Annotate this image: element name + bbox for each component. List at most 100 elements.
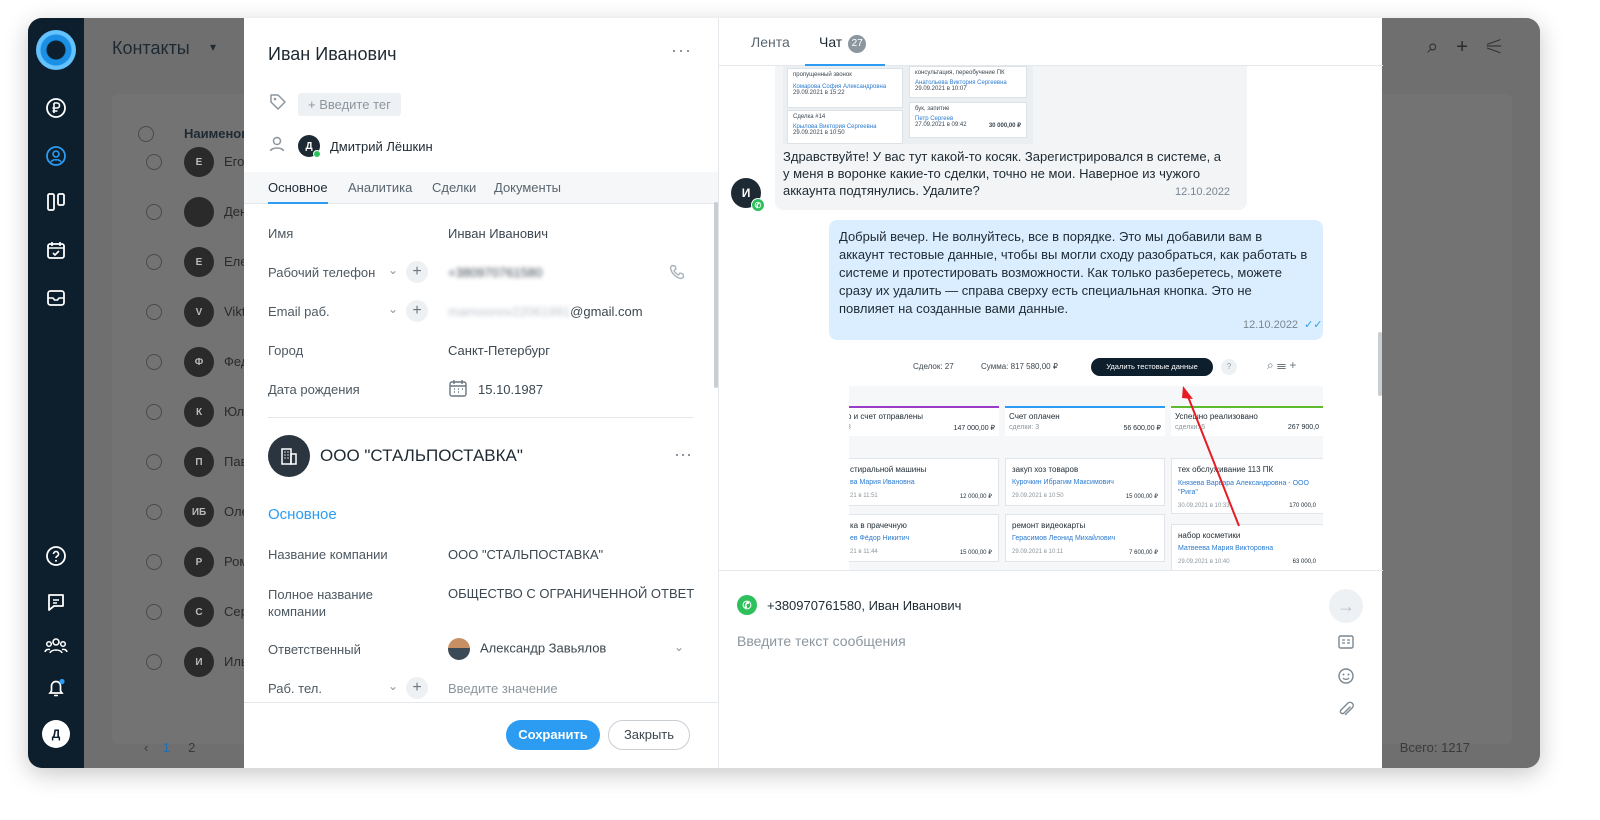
- user-avatar[interactable]: Д: [42, 720, 70, 748]
- row-checkbox[interactable]: [146, 354, 162, 370]
- row-checkbox[interactable]: [146, 554, 162, 570]
- field-name: Имя Инван Иванович: [268, 222, 698, 246]
- close-button[interactable]: Закрыть: [608, 720, 690, 750]
- emoji-icon[interactable]: [1335, 667, 1357, 689]
- contact-name: Иван Иванович: [268, 44, 397, 64]
- more-options-icon[interactable]: ···: [674, 444, 692, 465]
- field-label: Полное название компании: [268, 587, 374, 619]
- template-icon[interactable]: [1335, 633, 1357, 655]
- add-email-button[interactable]: +: [406, 300, 428, 322]
- chevron-down-icon[interactable]: ⌄: [674, 640, 684, 654]
- message-time: 12.10.2022: [1175, 186, 1231, 198]
- owner-row: Д Дмитрий Лёшкин: [268, 134, 433, 158]
- row-checkbox[interactable]: [146, 654, 162, 670]
- attached-screenshot-kanban[interactable]: Сделок: 27 Сумма: 817 580,00 ₽ Удалить т…: [849, 350, 1323, 570]
- field-label: Имя: [268, 226, 294, 241]
- team-icon[interactable]: [42, 632, 70, 660]
- contact-avatar: Е: [184, 147, 214, 177]
- tab-feed[interactable]: Лента: [751, 34, 790, 50]
- full-name-value[interactable]: ОБЩЕСТВО С ОГРАНИЧЕННОЙ ОТВЕТ: [448, 586, 694, 601]
- owner-avatar[interactable]: Д: [298, 135, 321, 158]
- person-icon: [268, 135, 286, 158]
- row-checkbox[interactable]: [146, 604, 162, 620]
- contact-avatar: К: [184, 397, 214, 427]
- mail-icon[interactable]: [42, 284, 70, 312]
- add-tag-button[interactable]: + Введите тег: [298, 92, 401, 116]
- app-logo[interactable]: [36, 30, 76, 70]
- contact-name-cell[interactable]: Его: [224, 154, 244, 169]
- notifications-icon[interactable]: [42, 674, 70, 702]
- chevron-down-icon[interactable]: ⌄: [388, 302, 398, 316]
- page-next[interactable]: 2: [188, 740, 195, 755]
- tab-main[interactable]: Основное: [268, 180, 328, 204]
- tab-deals[interactable]: Сделки: [432, 180, 476, 195]
- chevron-down-icon[interactable]: ▾: [210, 40, 216, 54]
- contact-footer: Сохранить Закрыть: [244, 702, 718, 768]
- email-value[interactable]: mamoonov22061991@gmail.com: [448, 304, 643, 319]
- tab-chat[interactable]: Чат 27: [819, 34, 867, 53]
- contact-avatar: V: [184, 297, 214, 327]
- recipient-line[interactable]: ✆ +380970761580, Иван Иванович: [737, 595, 961, 615]
- responsible-value[interactable]: Александр Завьялов: [448, 638, 606, 660]
- toolbar-icons: ⌕+⚟: [1427, 36, 1520, 58]
- row-checkbox[interactable]: [146, 404, 162, 420]
- field-email: Email раб. ⌄ + mamoonov22061991@gmail.co…: [268, 300, 698, 324]
- send-button[interactable]: →: [1329, 589, 1363, 623]
- chat-icon[interactable]: [42, 588, 70, 616]
- attached-screenshot[interactable]: пропущенный звонок Комарова София Алекса…: [783, 66, 1033, 144]
- message-input[interactable]: Введите текст сообщения: [737, 633, 906, 649]
- row-checkbox[interactable]: [146, 504, 162, 520]
- contact-name-cell[interactable]: Vikt: [224, 304, 245, 319]
- kanban-icon[interactable]: [42, 188, 70, 216]
- tab-analytics[interactable]: Аналитика: [348, 180, 412, 195]
- chevron-down-icon[interactable]: ⌄: [388, 679, 398, 693]
- chat-scrollbar[interactable]: [1378, 332, 1382, 396]
- work-phone-input[interactable]: Введите значение: [448, 681, 558, 696]
- call-icon[interactable]: [668, 263, 686, 284]
- contact-avatar: Е: [184, 247, 214, 277]
- calendar-icon[interactable]: [42, 236, 70, 264]
- add-phone-button[interactable]: +: [406, 261, 428, 283]
- company-section-main[interactable]: Основное: [268, 506, 337, 523]
- save-button[interactable]: Сохранить: [506, 720, 600, 750]
- field-label: Название компании: [268, 547, 388, 562]
- chat-messages: пропущенный звонок Комарова София Алекса…: [719, 66, 1383, 570]
- birthday-value[interactable]: 15.10.1987: [478, 382, 543, 397]
- page-current[interactable]: 1: [163, 740, 170, 755]
- more-options-icon[interactable]: ···: [671, 40, 692, 61]
- company-name-value[interactable]: ООО "СТАЛЬПОСТАВКА": [448, 547, 603, 562]
- field-work-phone: Раб. тел. ⌄ + Введите значение: [268, 677, 698, 701]
- phone-value[interactable]: +380970761580: [448, 265, 542, 280]
- field-label: Рабочий телефон: [268, 265, 376, 280]
- chat-panel: Лента Чат 27 пропущенный звонок Комарова …: [718, 18, 1383, 768]
- tag-row: + Введите тег: [268, 92, 401, 116]
- calendar-icon[interactable]: [448, 378, 468, 401]
- whatsapp-icon: ✆: [737, 595, 757, 615]
- tab-documents[interactable]: Документы: [494, 180, 561, 195]
- row-checkbox[interactable]: [146, 304, 162, 320]
- name-value[interactable]: Инван Иванович: [448, 226, 548, 241]
- row-checkbox[interactable]: [146, 454, 162, 470]
- owner-name[interactable]: Дмитрий Лёшкин: [330, 139, 433, 154]
- row-checkbox[interactable]: [146, 204, 162, 220]
- city-value[interactable]: Санкт-Петербург: [448, 343, 550, 358]
- field-birthday: Дата рождения 15.10.1987: [268, 378, 698, 402]
- ruble-icon[interactable]: [42, 94, 70, 122]
- attach-icon[interactable]: [1335, 701, 1357, 723]
- unread-badge: 27: [848, 35, 867, 53]
- sender-avatar[interactable]: И ✆: [731, 178, 765, 212]
- select-all-checkbox[interactable]: [138, 126, 154, 142]
- row-checkbox[interactable]: [146, 154, 162, 170]
- help-icon[interactable]: [42, 542, 70, 570]
- contact-avatar: И: [184, 647, 214, 677]
- field-label: Дата рождения: [268, 382, 360, 397]
- chevron-down-icon[interactable]: ⌄: [388, 263, 398, 277]
- row-checkbox[interactable]: [146, 254, 162, 270]
- tag-icon: [268, 92, 288, 117]
- contacts-icon[interactable]: [42, 142, 70, 170]
- contact-tabs: Основное Аналитика Сделки Документы: [244, 172, 718, 204]
- incoming-message: пропущенный звонок Комарова София Алекса…: [775, 66, 1247, 210]
- add-phone-button[interactable]: +: [406, 677, 428, 699]
- main-sidebar: Д: [28, 18, 84, 768]
- company-name[interactable]: ООО "СТАЛЬПОСТАВКА": [320, 446, 523, 466]
